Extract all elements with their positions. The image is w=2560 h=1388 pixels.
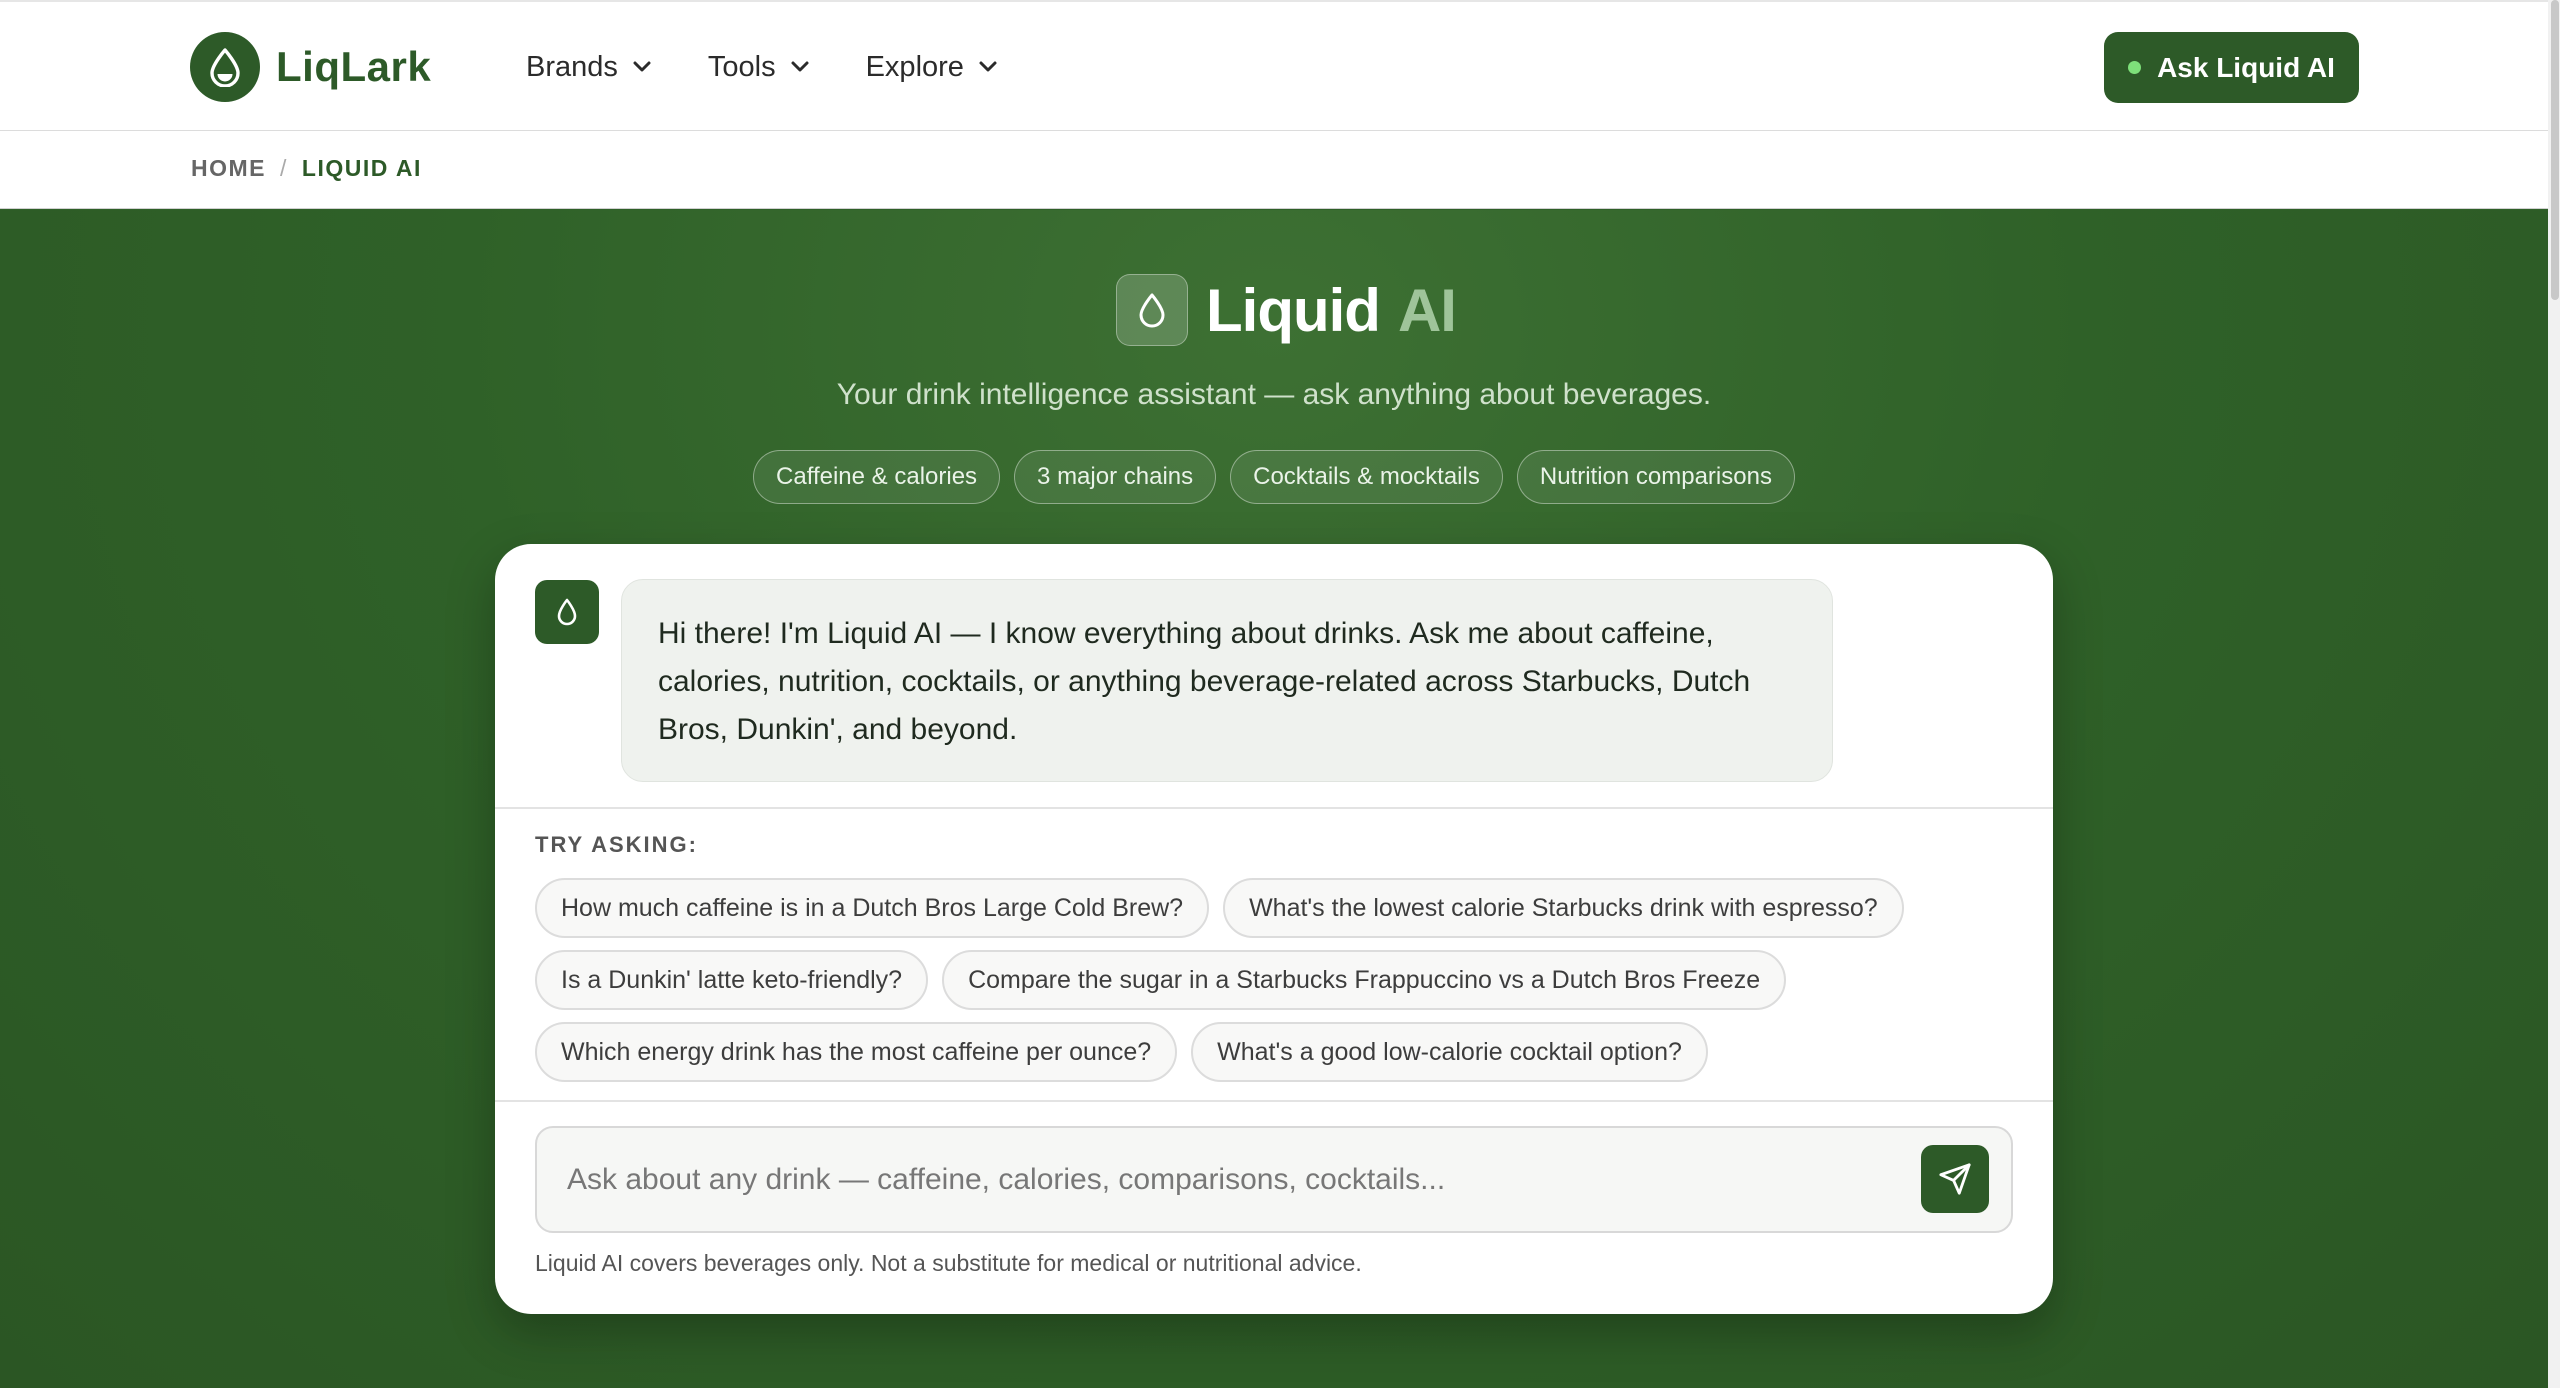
main-nav: Brands Tools Explore [526, 42, 998, 92]
breadcrumb-home-link[interactable]: HOME [191, 155, 266, 182]
nav-explore[interactable]: Explore [866, 42, 998, 92]
divider [495, 1100, 2053, 1102]
chevron-down-icon [791, 61, 809, 72]
nav-tools-label: Tools [707, 50, 776, 83]
suggestion-row: Which energy drink has the most caffeine… [535, 1022, 1708, 1082]
chip-nutrition-comparisons: Nutrition comparisons [1516, 450, 1795, 504]
nav-explore-label: Explore [865, 50, 964, 83]
title-liquid: Liquid [1206, 276, 1381, 344]
try-asking-label: TRY ASKING: [535, 832, 698, 857]
nav-tools[interactable]: Tools [708, 42, 810, 92]
send-button[interactable] [1921, 1145, 1989, 1213]
breadcrumb: HOME / LIQUID AI [191, 155, 422, 182]
chip-major-chains: 3 major chains [1014, 450, 1217, 504]
breadcrumb-bar: HOME / LIQUID AI [0, 131, 2548, 209]
suggestion-chip[interactable]: How much caffeine is in a Dutch Bros Lar… [535, 878, 1210, 938]
logo-link[interactable]: LiqLark [190, 32, 431, 102]
disclaimer-text: Liquid AI covers beverages only. Not a s… [535, 1250, 1362, 1276]
bot-avatar [535, 580, 599, 644]
droplet-icon [557, 598, 577, 626]
ask-liquid-ai-button[interactable]: Ask Liquid AI [2104, 32, 2359, 103]
suggestion-chip[interactable]: Which energy drink has the most caffeine… [535, 1022, 1178, 1082]
chat-input-container [535, 1126, 2013, 1233]
page-title: Liquid AI [1116, 274, 1457, 346]
chip-caffeine-calories: Caffeine & calories [753, 450, 1001, 504]
suggestion-row: How much caffeine is in a Dutch Bros Lar… [535, 878, 1904, 938]
divider [495, 807, 2053, 809]
chat-card: Hi there! I'm Liquid AI — I know everyth… [495, 544, 2053, 1314]
logo-text: LiqLark [276, 43, 432, 90]
send-icon [1939, 1163, 1971, 1195]
scrollbar-thumb[interactable] [2551, 0, 2559, 300]
bot-message-bubble: Hi there! I'm Liquid AI — I know everyth… [621, 579, 1833, 782]
ask-liquid-ai-label: Ask Liquid AI [2157, 51, 2335, 83]
chat-input[interactable] [537, 1128, 1917, 1231]
hero-subtitle: Your drink intelligence assistant — ask … [836, 378, 1712, 411]
suggestion-chip[interactable]: Compare the sugar in a Starbucks Frappuc… [942, 950, 1787, 1010]
chevron-down-icon [633, 61, 651, 72]
suggestion-chip[interactable]: What's a good low-calorie cocktail optio… [1191, 1022, 1708, 1082]
suggestion-chip[interactable]: Is a Dunkin' latte keto-friendly? [535, 950, 929, 1010]
breadcrumb-current: LIQUID AI [301, 155, 422, 181]
suggestion-chip[interactable]: What's the lowest calorie Starbucks drin… [1223, 878, 1904, 938]
droplet-logo-icon [190, 32, 260, 102]
status-dot [2128, 61, 2142, 74]
chevron-down-icon [979, 61, 997, 72]
top-navbar: LiqLark Brands Tools Explore Ask Liquid … [0, 0, 2548, 131]
title-ai: AI [1397, 276, 1457, 344]
feature-chips: Caffeine & calories 3 major chains Cockt… [0, 450, 2548, 504]
droplet-icon [1116, 274, 1188, 346]
nav-brands[interactable]: Brands [526, 42, 652, 92]
suggestion-row: Is a Dunkin' latte keto-friendly? Compar… [535, 950, 1787, 1010]
chip-cocktails-mocktails: Cocktails & mocktails [1230, 450, 1503, 504]
nav-brands-label: Brands [526, 50, 618, 83]
breadcrumb-separator: / [280, 155, 288, 181]
